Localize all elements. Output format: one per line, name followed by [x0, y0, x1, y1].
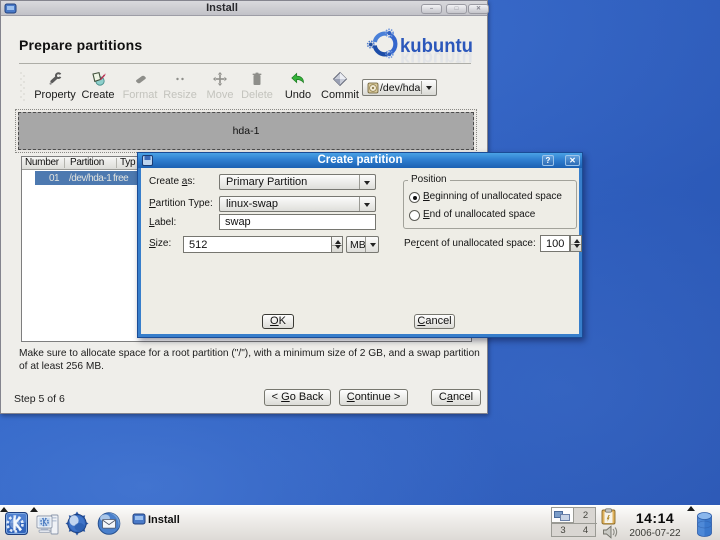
- svg-text:kubuntu: kubuntu: [400, 47, 473, 63]
